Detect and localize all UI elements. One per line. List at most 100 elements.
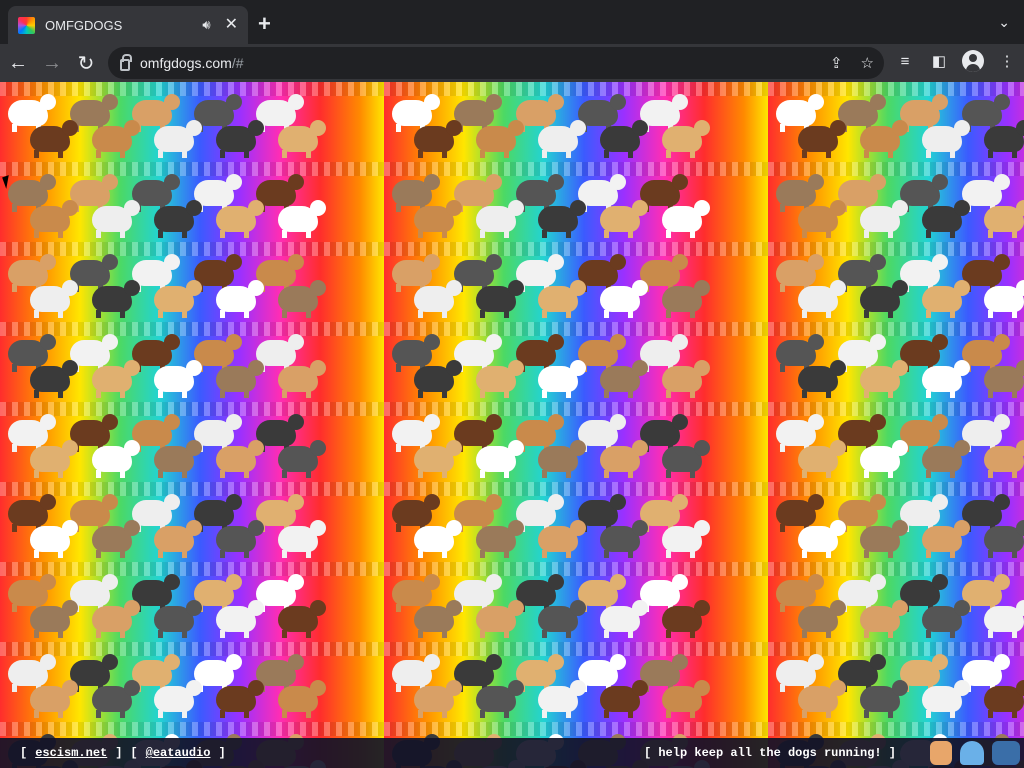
running-dog <box>154 120 202 158</box>
footer-message: [ help keep all the dogs running! ] <box>643 746 896 760</box>
running-dog <box>30 360 78 398</box>
running-dog <box>922 440 970 478</box>
dogs-page-background <box>0 82 1024 768</box>
running-dog <box>600 280 648 318</box>
running-dog <box>600 680 648 718</box>
dog-row <box>0 242 1024 322</box>
running-dog <box>538 680 586 718</box>
running-dog <box>8 174 56 212</box>
running-dog <box>600 200 648 238</box>
running-dog <box>414 440 462 478</box>
running-dog <box>860 520 908 558</box>
running-dog <box>538 280 586 318</box>
running-dog <box>8 414 56 452</box>
running-dog <box>798 600 846 638</box>
running-dog <box>30 200 78 238</box>
running-dog <box>776 174 824 212</box>
running-dog <box>798 440 846 478</box>
running-dog <box>278 680 326 718</box>
running-dog <box>662 200 710 238</box>
running-dog <box>30 600 78 638</box>
footer-art <box>930 741 1020 765</box>
running-dog <box>278 200 326 238</box>
running-dog <box>662 360 710 398</box>
running-dog <box>922 520 970 558</box>
tab-strip: OMFGDOGS 🔊︎ ✕ + ⌄ <box>0 0 1024 44</box>
dog-row <box>0 562 1024 642</box>
running-dog <box>476 360 524 398</box>
browser-tab[interactable]: OMFGDOGS 🔊︎ ✕ <box>8 6 248 44</box>
media-control-icon[interactable]: ≡ <box>894 50 916 72</box>
running-dog <box>476 120 524 158</box>
running-dog <box>392 334 440 372</box>
running-dog <box>216 120 264 158</box>
footer-bracket: ] <box>218 746 226 760</box>
speaker-icon[interactable]: 🔊︎ <box>202 17 210 33</box>
kebab-menu-icon[interactable]: ⋮ <box>996 50 1018 72</box>
running-dog <box>8 574 56 612</box>
running-dog <box>154 680 202 718</box>
running-dog <box>984 360 1024 398</box>
running-dog <box>392 174 440 212</box>
dog-row <box>0 402 1024 482</box>
favicon-icon <box>18 16 35 34</box>
running-dog <box>860 600 908 638</box>
running-dog <box>538 440 586 478</box>
running-dog <box>776 654 824 692</box>
running-dog <box>776 494 824 532</box>
running-dog <box>92 440 140 478</box>
dogs-text-band <box>0 322 1024 336</box>
running-dog <box>662 600 710 638</box>
running-dog <box>798 120 846 158</box>
running-dog <box>414 600 462 638</box>
eataudio-link[interactable]: @eataudio <box>146 746 211 760</box>
running-dog <box>92 360 140 398</box>
footer-bracket: [ <box>20 746 28 760</box>
running-dog <box>922 280 970 318</box>
share-icon[interactable]: ⇪ <box>830 54 843 72</box>
running-dog <box>30 520 78 558</box>
running-dog <box>776 254 824 292</box>
running-dog <box>798 200 846 238</box>
running-dog <box>392 414 440 452</box>
running-dog <box>662 520 710 558</box>
running-dog <box>92 600 140 638</box>
chevron-down-icon[interactable]: ⌄ <box>998 14 1010 31</box>
running-dog <box>538 200 586 238</box>
dogs-text-band <box>0 162 1024 176</box>
running-dog <box>154 520 202 558</box>
reload-icon[interactable]: ↻ <box>70 47 102 79</box>
running-dog <box>476 280 524 318</box>
dog-row <box>0 162 1024 242</box>
profile-icon[interactable] <box>962 50 984 72</box>
close-icon[interactable]: ✕ <box>225 17 238 33</box>
running-dog <box>538 600 586 638</box>
running-dog <box>216 200 264 238</box>
running-dog <box>538 120 586 158</box>
escism-link[interactable]: escism.net <box>35 746 107 760</box>
running-dog <box>8 254 56 292</box>
running-dog <box>984 520 1024 558</box>
running-dog <box>414 360 462 398</box>
running-dog <box>476 600 524 638</box>
running-dog <box>154 360 202 398</box>
running-dog <box>600 600 648 638</box>
running-dog <box>476 200 524 238</box>
arrow-right-icon[interactable]: → <box>36 47 68 79</box>
address-bar[interactable]: omfgdogs.com /# ⇪ ☆ <box>108 47 884 79</box>
running-dog <box>776 94 824 132</box>
running-dog <box>414 200 462 238</box>
running-dog <box>860 280 908 318</box>
side-panel-icon[interactable]: ◧ <box>928 50 950 72</box>
arrow-left-icon[interactable]: ← <box>2 47 34 79</box>
running-dog <box>154 200 202 238</box>
lock-icon[interactable] <box>120 54 132 71</box>
plus-icon[interactable]: + <box>258 13 271 35</box>
running-dog <box>30 120 78 158</box>
running-dog <box>600 360 648 398</box>
running-dog <box>8 494 56 532</box>
url-host: omfgdogs.com <box>140 55 232 71</box>
running-dog <box>92 120 140 158</box>
running-dog <box>662 120 710 158</box>
star-icon[interactable]: ☆ <box>861 54 874 72</box>
